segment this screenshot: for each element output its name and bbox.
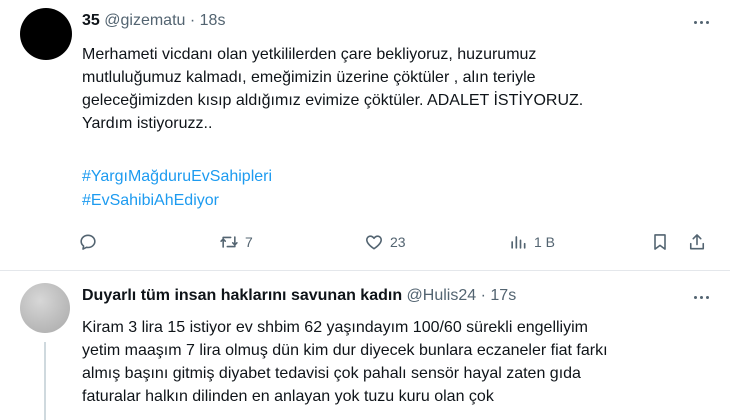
retweet-count: 7 [245, 234, 253, 250]
bookmark-icon [654, 234, 666, 250]
share-button[interactable] [687, 228, 707, 256]
tweet-text-line: mutluluğumuz kalmadı, emeğimizin üzerine… [82, 69, 536, 86]
avatar[interactable] [20, 283, 70, 333]
like-count: 23 [390, 234, 406, 250]
retweet-button[interactable]: 7 [219, 228, 253, 256]
timestamp[interactable]: 17s [490, 287, 516, 304]
like-button[interactable]: 23 [364, 228, 406, 256]
tweet-text-line: Kiram 3 lira 15 istiyor ev shbim 62 yaşı… [82, 319, 588, 336]
tweet-text-line: faturalar halkın dilinden en anlayan yok… [82, 388, 494, 405]
tweet-header: Duyarlı tüm insan haklarını savunan kadı… [82, 286, 516, 306]
tweet-text-line: Merhameti vicdanı olan yetkililerden çar… [82, 46, 537, 63]
tweet-text-line: geleceğimizden kısıp aldığımız evimize ç… [82, 92, 584, 109]
tweet-text: Merhameti vicdanı olan yetkililerden çar… [82, 43, 712, 135]
tweet-text-line: yetim maaşım 7 lira olmuş dün kim dur di… [82, 342, 608, 359]
handle[interactable]: @Hulis24 [407, 287, 477, 304]
tweet-header: 35 @gizematu · 18s [82, 11, 225, 31]
tweet-text: Kiram 3 lira 15 istiyor ev shbim 62 yaşı… [82, 316, 712, 408]
view-count: 1 B [534, 234, 556, 250]
separator: · [480, 287, 486, 304]
tweet-text-line: Yardım istiyoruzz.. [82, 115, 213, 132]
separator: · [189, 12, 196, 29]
reply-button[interactable] [78, 228, 104, 256]
avatar[interactable] [20, 8, 72, 60]
more-icon[interactable] [690, 12, 712, 32]
share-icon [689, 234, 705, 250]
retweet-icon [220, 236, 238, 248]
hashtag-link[interactable]: #YargıMağduruEvSahipleri [82, 165, 272, 189]
tweet-text-line: almış başını gitmiş diyabet tedavisi çok… [82, 365, 581, 382]
bookmark-button[interactable] [650, 228, 670, 256]
reply-icon [80, 234, 96, 250]
handle[interactable]: @gizematu [104, 12, 185, 29]
hashtags: #YargıMağduruEvSahipleri #EvSahibiAhEdiy… [82, 165, 272, 213]
timestamp[interactable]: 18s [200, 12, 226, 29]
views-button[interactable]: 1 B [508, 228, 555, 256]
tweet[interactable]: 35 @gizematu · 18s Merhameti vicdanı ola… [0, 0, 730, 271]
hashtag-link[interactable]: #EvSahibiAhEdiyor [82, 189, 272, 213]
more-icon[interactable] [690, 287, 712, 307]
views-icon [511, 236, 526, 249]
display-name[interactable]: 35 [82, 12, 100, 29]
thread-line [44, 342, 46, 420]
like-icon [366, 235, 382, 250]
action-bar: 7 23 1 B [0, 228, 730, 256]
display-name[interactable]: Duyarlı tüm insan haklarını savunan kadı… [82, 287, 402, 304]
